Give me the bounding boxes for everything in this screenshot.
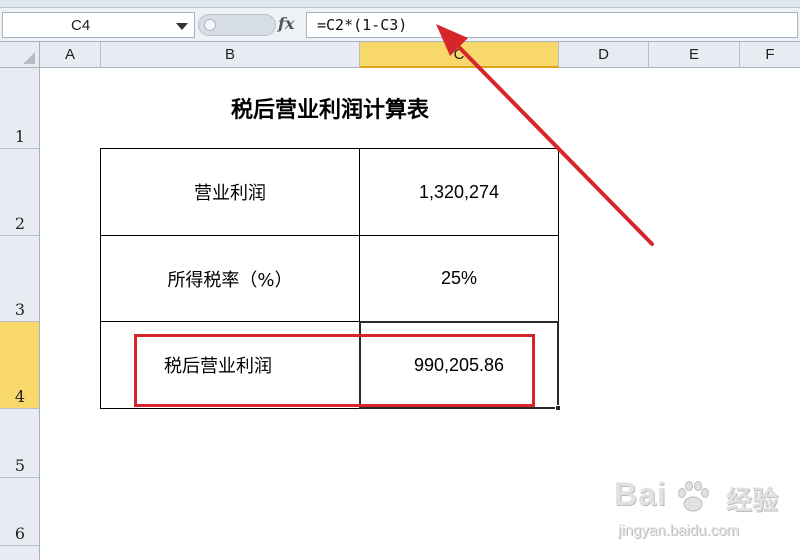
row-header-7[interactable]	[0, 546, 40, 560]
watermark: Bai 经验 jingyan.baidu.com	[614, 476, 794, 552]
row-header-5[interactable]: 5	[0, 409, 40, 478]
name-box[interactable]: C4	[2, 12, 195, 38]
formula-input[interactable]: =C2*(1-C3)	[306, 12, 798, 38]
column-header-f[interactable]: F	[740, 42, 800, 68]
insert-function-icon[interactable]: fx	[278, 14, 294, 33]
row-number: 1	[14, 127, 26, 146]
column-header-c[interactable]: C	[360, 42, 559, 68]
formula-bar: C4 fx =C2*(1-C3)	[0, 8, 800, 42]
formula-text: =C2*(1-C3)	[317, 16, 408, 34]
cell-b3[interactable]: 所得税率（%）	[101, 236, 360, 322]
formula-bar-resize-handle[interactable]	[198, 14, 276, 36]
fill-handle[interactable]	[555, 405, 561, 411]
cell-c3[interactable]: 25%	[360, 236, 558, 322]
column-header-b[interactable]: B	[101, 42, 360, 68]
watermark-url: jingyan.baidu.com	[618, 522, 739, 539]
cell-c2[interactable]: 1,320,274	[360, 149, 558, 236]
row-header-2[interactable]: 2	[0, 149, 40, 236]
ribbon-strip	[0, 0, 800, 8]
select-all-icon	[23, 52, 35, 64]
row-number: 3	[14, 300, 26, 319]
name-box-value: C4	[71, 17, 91, 34]
column-header-row: A B C D E F	[0, 42, 800, 68]
row-number: 4	[14, 387, 26, 406]
row-number: 6	[14, 524, 26, 543]
column-header-e[interactable]: E	[649, 42, 740, 68]
highlight-box	[134, 334, 535, 407]
select-all-button[interactable]	[0, 42, 40, 68]
row-header-1[interactable]: 1	[0, 68, 40, 149]
paw-logo-icon	[678, 481, 709, 512]
sheet-title[interactable]: 税后营业利润计算表	[100, 92, 560, 124]
watermark-brand: Bai	[614, 476, 667, 512]
watermark-brand-cn: 经验	[726, 486, 779, 516]
cell-b2[interactable]: 营业利润	[101, 149, 360, 236]
row-header-4[interactable]: 4	[0, 322, 40, 409]
column-header-d[interactable]: D	[559, 42, 649, 68]
handle-dot-icon	[204, 19, 216, 31]
row-number: 2	[14, 214, 26, 233]
chevron-down-icon[interactable]	[176, 23, 188, 30]
column-header-a[interactable]: A	[40, 42, 101, 68]
row-header-6[interactable]: 6	[0, 478, 40, 546]
row-header-3[interactable]: 3	[0, 236, 40, 322]
row-number: 5	[14, 456, 26, 475]
